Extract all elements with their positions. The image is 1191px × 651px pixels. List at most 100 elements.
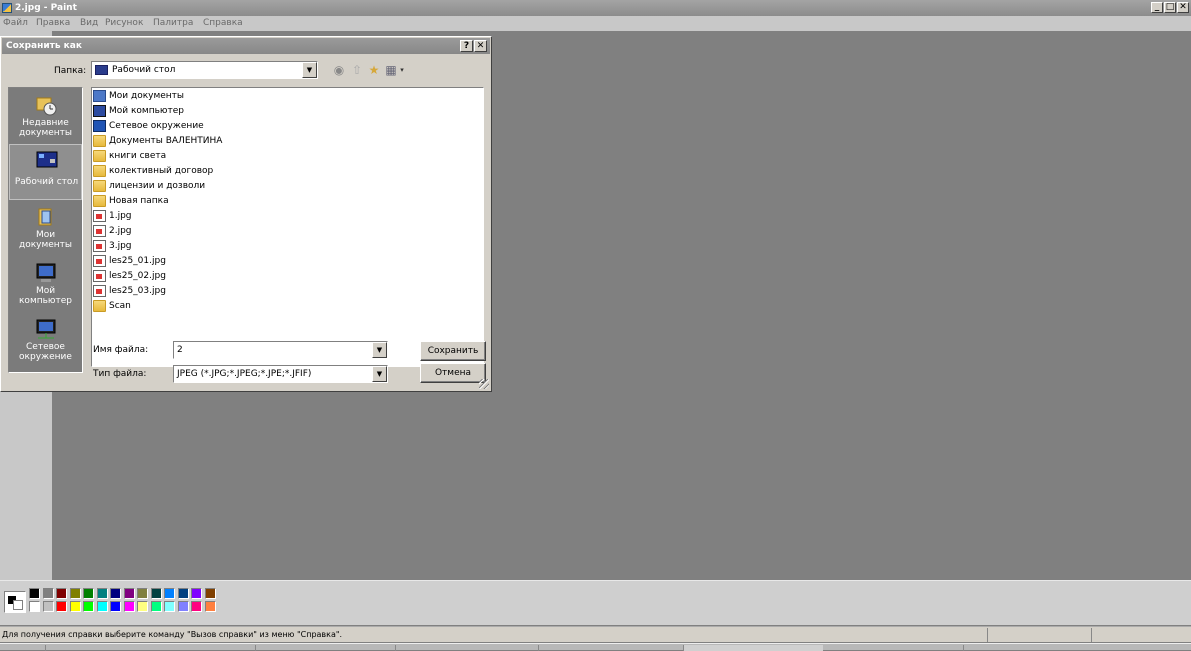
dialog-close-button[interactable]: ✕	[474, 40, 487, 52]
folder-icon	[93, 300, 106, 312]
chevron-down-icon[interactable]: ▼	[372, 342, 387, 358]
chevron-down-icon[interactable]: ▼	[302, 62, 317, 78]
palette-swatch[interactable]	[56, 601, 67, 612]
menu-bar: Файл Правка Вид Рисунок Палитра Справка	[0, 16, 1191, 31]
taskbar	[0, 643, 1191, 651]
menu-edit[interactable]: Правка	[36, 16, 70, 31]
filetype-value: JPEG (*.JPG;*.JPEG;*.JPE;*.JFIF)	[177, 369, 312, 379]
place-desktop[interactable]: Рабочий стол	[9, 144, 82, 200]
place-recent-documents[interactable]: Недавние документы	[9, 90, 82, 146]
palette-swatch[interactable]	[83, 601, 94, 612]
place-label: Рабочий стол	[14, 177, 79, 187]
palette-swatch[interactable]	[69, 601, 81, 612]
filename-value: 2	[177, 345, 183, 355]
folder-icon	[93, 135, 106, 147]
place-my-computer[interactable]: Мой компьютер	[9, 258, 82, 314]
palette-swatch[interactable]	[191, 588, 202, 599]
my-documents-icon	[93, 90, 106, 102]
back-icon[interactable]: ◉	[332, 63, 346, 77]
palette-swatch[interactable]	[191, 601, 202, 612]
palette-swatch[interactable]	[42, 588, 54, 599]
status-bar: Для получения справки выберите команду "…	[0, 626, 1191, 642]
palette-swatch[interactable]	[29, 601, 40, 612]
palette-swatch[interactable]	[96, 601, 108, 612]
new-folder-icon[interactable]: ★	[367, 63, 381, 77]
place-label: Мой компьютер	[19, 286, 72, 306]
dialog-title: Сохранить как	[6, 41, 82, 51]
taskbar-button[interactable]	[45, 645, 46, 651]
palette-swatch[interactable]	[177, 601, 189, 612]
file-list[interactable]: Мои документы Мой компьютер Сетевое окруже…	[91, 87, 484, 367]
file-name: 2.jpg	[109, 226, 132, 236]
desktop-icon	[36, 151, 58, 168]
filetype-select[interactable]: JPEG (*.JPG;*.JPEG;*.JPE;*.JFIF) ▼	[173, 365, 388, 383]
palette-swatch[interactable]	[83, 588, 94, 599]
close-button[interactable]: ✕	[1177, 2, 1189, 13]
palette-swatch[interactable]	[177, 588, 189, 599]
file-name: les25_01.jpg	[109, 256, 166, 266]
palette-swatch[interactable]	[204, 588, 216, 599]
filename-label: Имя файла:	[93, 345, 149, 355]
view-menu-icon[interactable]: ▦	[384, 63, 398, 77]
up-folder-icon[interactable]: ⇧	[350, 63, 364, 77]
minimize-button[interactable]: _	[1151, 2, 1163, 13]
menu-help[interactable]: Справка	[203, 16, 243, 31]
jpeg-file-icon	[93, 210, 106, 222]
file-name: les25_03.jpg	[109, 286, 166, 296]
palette-swatch[interactable]	[69, 588, 81, 599]
taskbar-tray	[963, 645, 964, 651]
palette-swatch[interactable]	[137, 601, 148, 612]
taskbar-button[interactable]	[395, 645, 396, 651]
maximize-button[interactable]: □	[1164, 2, 1176, 13]
file-name: колективный договор	[109, 166, 214, 176]
filetype-label: Тип файла:	[93, 369, 147, 379]
palette-swatch[interactable]	[96, 588, 108, 599]
palette-swatch[interactable]	[42, 601, 54, 612]
file-name: 1.jpg	[109, 211, 132, 221]
folder-icon	[93, 180, 106, 192]
network-places-icon	[93, 120, 106, 132]
palette-swatch[interactable]	[29, 588, 40, 599]
palette-swatch[interactable]	[137, 588, 148, 599]
dialog-title-bar: Сохранить как ? ✕	[2, 38, 490, 54]
view-menu-chevron-icon[interactable]: ▾	[397, 63, 407, 77]
file-name: Сетевое окружение	[109, 121, 204, 131]
palette-swatch[interactable]	[164, 588, 175, 599]
palette-swatch[interactable]	[110, 601, 121, 612]
menu-colors[interactable]: Палитра	[153, 16, 193, 31]
resize-grip[interactable]	[479, 379, 489, 389]
palette-swatch[interactable]	[123, 601, 135, 612]
filename-input[interactable]: 2 ▼	[173, 341, 388, 359]
taskbar-button[interactable]	[538, 645, 539, 651]
file-name: Новая папка	[109, 196, 169, 206]
taskbar-button-active[interactable]	[683, 645, 823, 651]
palette-swatch[interactable]	[164, 601, 175, 612]
status-separator	[987, 628, 988, 642]
menu-file[interactable]: Файл	[3, 16, 28, 31]
dialog-help-button[interactable]: ?	[460, 40, 473, 52]
taskbar-button[interactable]	[255, 645, 256, 651]
save-button[interactable]: Сохранить	[420, 341, 486, 361]
palette-swatch[interactable]	[56, 588, 67, 599]
places-bar: Недавние документы Рабочий стол Мои доку…	[8, 87, 83, 373]
menu-view[interactable]: Вид	[80, 16, 98, 31]
folder-combo[interactable]: Рабочий стол ▼	[91, 61, 318, 79]
chevron-down-icon[interactable]: ▼	[372, 366, 387, 382]
network-places-icon	[36, 319, 56, 339]
palette-swatch[interactable]	[110, 588, 121, 599]
palette-swatch[interactable]	[123, 588, 135, 599]
title-bar: 2.jpg - Paint _ □ ✕	[0, 0, 1191, 16]
palette-swatch[interactable]	[204, 601, 216, 612]
place-label: Сетевое окружение	[19, 342, 72, 362]
jpeg-file-icon	[93, 285, 106, 297]
recent-documents-icon	[36, 97, 57, 116]
paint-app-icon[interactable]	[2, 3, 12, 13]
palette-swatch[interactable]	[150, 588, 162, 599]
cancel-button[interactable]: Отмена	[420, 363, 486, 383]
place-my-documents[interactable]: Мои документы	[9, 202, 82, 258]
status-separator	[1091, 628, 1092, 642]
palette-swatch[interactable]	[150, 601, 162, 612]
menu-image[interactable]: Рисунок	[105, 16, 143, 31]
file-name: Scan	[109, 301, 131, 311]
place-network[interactable]: Сетевое окружение	[9, 314, 82, 370]
